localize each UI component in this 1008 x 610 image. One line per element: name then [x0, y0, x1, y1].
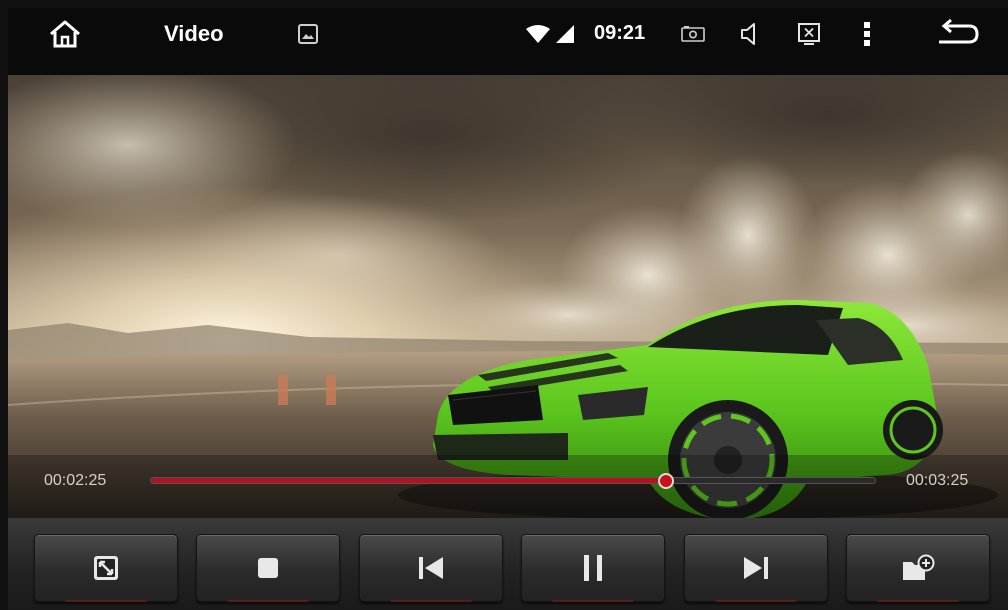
elapsed-time: 00:02:25	[44, 472, 107, 489]
seek-progress	[151, 478, 666, 483]
gallery-icon	[298, 23, 318, 44]
video-frame[interactable]	[8, 75, 1008, 518]
back-button[interactable]	[930, 0, 984, 67]
overflow-menu-button[interactable]	[854, 0, 880, 67]
next-icon	[744, 557, 768, 579]
clock: 09:21	[594, 22, 646, 44]
screenshot-icon	[681, 25, 705, 42]
seek-bar[interactable]	[150, 473, 876, 489]
screenshot-button[interactable]	[676, 0, 710, 67]
seek-thumb[interactable]	[658, 473, 675, 489]
wifi-icon	[526, 24, 550, 43]
signal-status	[552, 0, 578, 67]
gallery-button[interactable]	[290, 0, 326, 67]
close-window-icon	[798, 22, 820, 45]
add-to-playlist-icon	[903, 554, 935, 580]
home-button[interactable]	[40, 0, 90, 67]
pause-icon	[584, 555, 602, 581]
signal-icon	[556, 24, 574, 43]
previous-icon	[419, 557, 443, 579]
app-title: Video	[164, 20, 224, 46]
add-to-playlist-button[interactable]	[846, 534, 990, 602]
wifi-status	[524, 0, 552, 67]
close-window-button[interactable]	[792, 0, 826, 67]
previous-button[interactable]	[359, 534, 503, 602]
fullscreen-icon	[94, 556, 118, 580]
volume-button[interactable]	[734, 0, 764, 67]
video-scene-image	[8, 75, 1008, 518]
home-icon	[50, 20, 80, 47]
volume-icon	[741, 22, 755, 45]
stop-button[interactable]	[196, 534, 340, 602]
back-icon	[939, 18, 979, 43]
fullscreen-button[interactable]	[34, 534, 178, 602]
overflow-menu-icon	[864, 21, 870, 46]
total-time: 00:03:25	[906, 472, 969, 489]
next-button[interactable]	[684, 534, 828, 602]
pause-button[interactable]	[521, 534, 665, 602]
stop-icon	[258, 558, 278, 578]
